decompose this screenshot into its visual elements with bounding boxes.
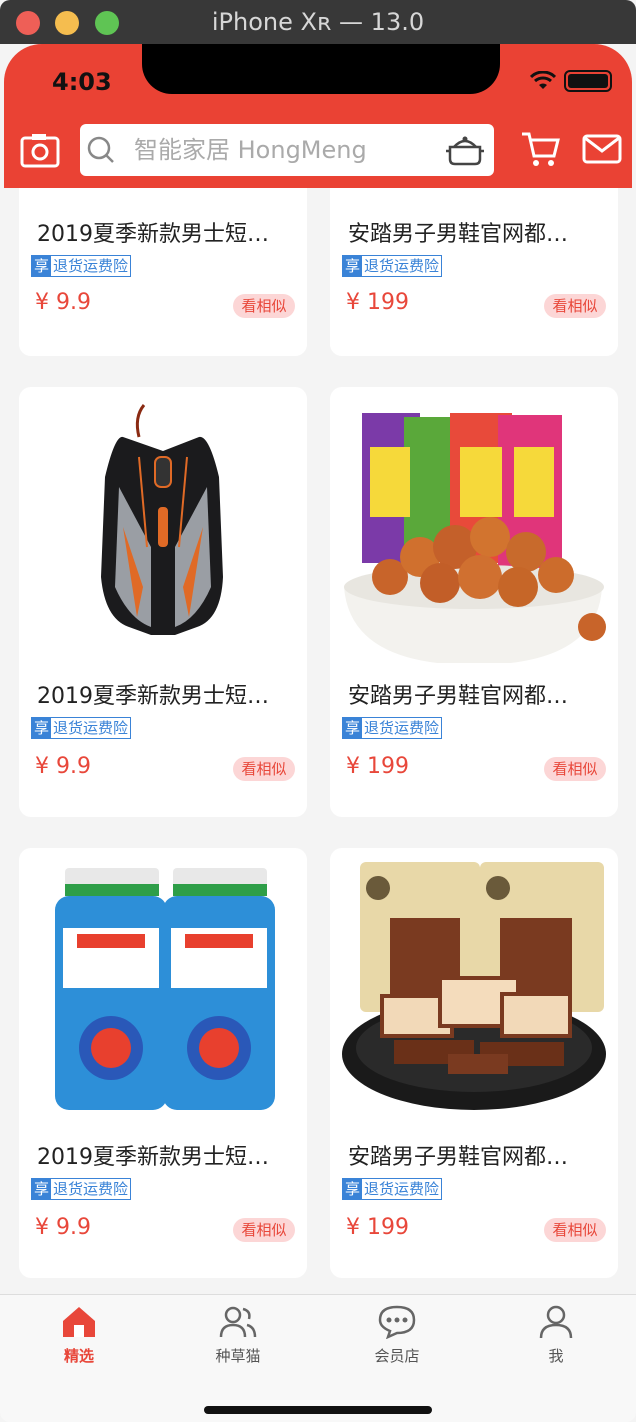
person-icon — [539, 1305, 573, 1339]
cart-button[interactable] — [520, 130, 560, 168]
home-indicator[interactable] — [204, 1406, 432, 1414]
mail-icon — [582, 134, 622, 164]
product-feed[interactable]: 2019夏季新款男士短… 享退货运费险 ¥ 9.9 看相似 安踏男子男鞋官网都…… — [0, 188, 636, 1294]
product-card[interactable]: 安踏男子男鞋官网都… 享退货运费险 ¥ 199 看相似 — [330, 188, 618, 356]
simulator-titlebar: iPhone Xʀ — 13.0 — [0, 0, 636, 44]
tab-label: 会员店 — [374, 1347, 420, 1365]
cart-icon — [522, 132, 560, 166]
camera-icon — [20, 134, 60, 168]
tab-label: 我 — [548, 1347, 564, 1365]
product-price: ¥ 9.9 — [35, 1215, 91, 1240]
product-price: ¥ 199 — [346, 754, 409, 779]
snack-peanuts-image — [344, 413, 606, 663]
tab-member-store[interactable]: 会员店 — [352, 1305, 442, 1369]
tab-label: 种草猫 — [215, 1347, 261, 1365]
tab-me[interactable]: 我 — [511, 1305, 601, 1369]
return-insurance-tag: 享退货运费险 — [342, 717, 443, 739]
return-insurance-tag: 享退货运费险 — [342, 255, 443, 277]
find-similar-button[interactable]: 看相似 — [233, 757, 295, 781]
product-title: 安踏男子男鞋官网都… — [348, 222, 569, 247]
device-notch — [142, 44, 500, 94]
find-similar-button[interactable]: 看相似 — [544, 757, 606, 781]
status-time: 4:03 — [52, 68, 112, 96]
product-price: ¥ 9.9 — [35, 754, 91, 779]
return-insurance-tag: 享退货运费险 — [342, 1178, 443, 1200]
search-box[interactable] — [80, 124, 494, 176]
product-card[interactable]: 2019夏季新款男士短… 享退货运费险 ¥ 9.9 看相似 — [19, 387, 307, 817]
status-icons — [530, 70, 612, 92]
product-card[interactable]: 安踏男子男鞋官网都… 享退货运费险 ¥ 199 看相似 — [330, 848, 618, 1278]
product-title: 2019夏季新款男士短… — [37, 684, 269, 709]
bottom-tab-bar: 精选 种草猫 会员店 我 — [0, 1294, 636, 1422]
zoom-window-button[interactable] — [95, 11, 119, 35]
product-price: ¥ 199 — [346, 290, 409, 315]
simulator-window: iPhone Xʀ — 13.0 4:03 智能家居 HongMeng 2019… — [0, 0, 636, 1422]
return-insurance-tag: 享退货运费险 — [31, 717, 132, 739]
calcium-tablets-image — [55, 868, 275, 1110]
search-row — [4, 122, 632, 178]
product-title: 2019夏季新款男士短… — [37, 1145, 269, 1170]
dried-tofu-image — [342, 862, 606, 1110]
product-card[interactable]: 2019夏季新款男士短… 享退货运费险 ¥ 9.9 看相似 — [19, 188, 307, 356]
tab-grass-cat[interactable]: 种草猫 — [193, 1305, 283, 1369]
product-card[interactable]: 2019夏季新款男士短… 享退货运费险 ¥ 9.9 看相似 — [19, 848, 307, 1278]
message-button[interactable] — [582, 134, 622, 164]
smart-home-icon[interactable] — [444, 133, 486, 167]
find-similar-button[interactable]: 看相似 — [544, 1218, 606, 1242]
battery-icon — [564, 70, 612, 92]
wifi-icon — [530, 71, 556, 89]
camera-scan-button[interactable] — [20, 132, 60, 168]
app-header: 4:03 — [4, 44, 632, 188]
find-similar-button[interactable]: 看相似 — [233, 294, 295, 318]
search-icon — [87, 136, 114, 163]
product-card[interactable]: 安踏男子男鞋官网都… 享退货运费险 ¥ 199 看相似 — [330, 387, 618, 817]
tab-label: 精选 — [63, 1347, 94, 1365]
find-similar-button[interactable]: 看相似 — [544, 294, 606, 318]
find-similar-button[interactable]: 看相似 — [233, 1218, 295, 1242]
home-icon — [63, 1307, 95, 1337]
gaming-mouse-image — [101, 404, 223, 635]
search-input[interactable] — [134, 132, 434, 168]
return-insurance-tag: 享退货运费险 — [31, 255, 132, 277]
close-window-button[interactable] — [16, 11, 40, 35]
product-title: 安踏男子男鞋官网都… — [348, 1145, 569, 1170]
product-price: ¥ 9.9 — [35, 290, 91, 315]
tab-featured[interactable]: 精选 — [34, 1305, 124, 1369]
chat-icon — [378, 1305, 416, 1339]
window-title: iPhone Xʀ — 13.0 — [211, 8, 425, 36]
product-title: 2019夏季新款男士短… — [37, 222, 269, 247]
friends-icon — [219, 1306, 257, 1338]
return-insurance-tag: 享退货运费险 — [31, 1178, 132, 1200]
minimize-window-button[interactable] — [55, 11, 79, 35]
product-price: ¥ 199 — [346, 1215, 409, 1240]
product-title: 安踏男子男鞋官网都… — [348, 684, 569, 709]
